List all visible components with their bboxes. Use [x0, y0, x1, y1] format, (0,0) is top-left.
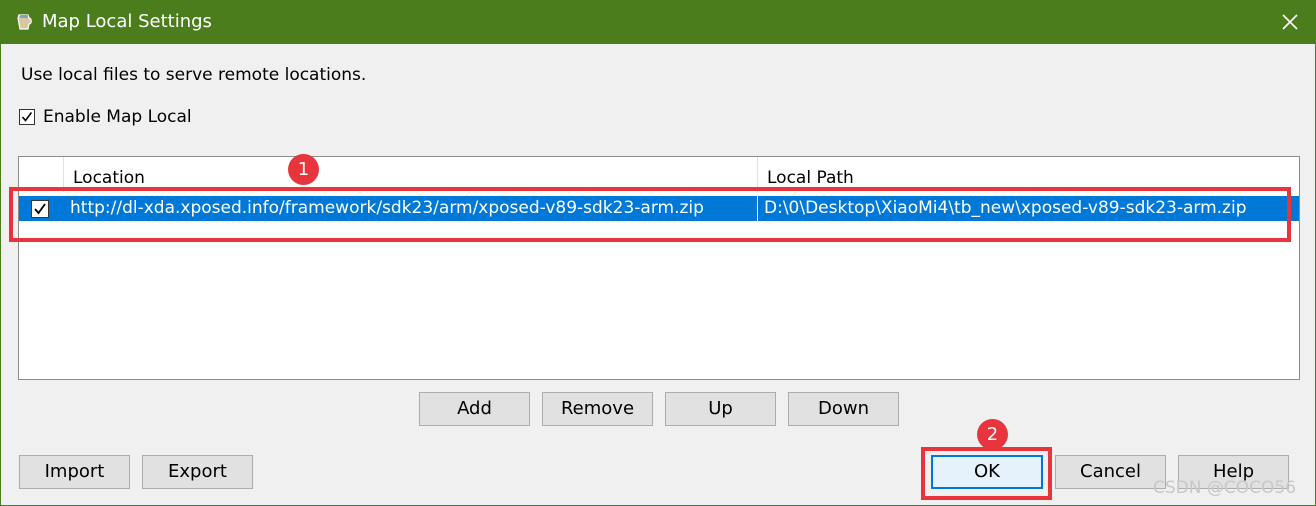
cancel-button[interactable]: Cancel [1055, 455, 1166, 489]
enable-map-local-checkbox[interactable]: Enable Map Local [19, 107, 192, 127]
watermark-text: CSDN @COCO56 [1153, 478, 1297, 498]
column-label-location: Location [73, 168, 145, 188]
description-text: Use local files to serve remote location… [21, 65, 367, 85]
down-button[interactable]: Down [788, 392, 899, 426]
column-label-local-path: Local Path [767, 168, 854, 188]
close-icon[interactable] [1279, 11, 1301, 33]
highlight-box-ok [921, 447, 1052, 500]
annotation-badge-2: 2 [977, 419, 1008, 450]
title-bar: Map Local Settings [1, 1, 1315, 44]
add-button[interactable]: Add [419, 392, 530, 426]
export-button[interactable]: Export [142, 455, 253, 489]
window-title: Map Local Settings [42, 11, 212, 32]
remove-button[interactable]: Remove [542, 392, 653, 426]
app-jug-icon [15, 12, 35, 32]
map-local-dialog: Map Local Settings Use local files to se… [0, 0, 1316, 506]
highlight-box-row [9, 187, 1291, 242]
up-button[interactable]: Up [665, 392, 776, 426]
enable-map-local-label: Enable Map Local [43, 107, 192, 127]
checkbox-box[interactable] [19, 109, 35, 125]
import-button[interactable]: Import [19, 455, 130, 489]
annotation-badge-1: 1 [288, 154, 319, 185]
